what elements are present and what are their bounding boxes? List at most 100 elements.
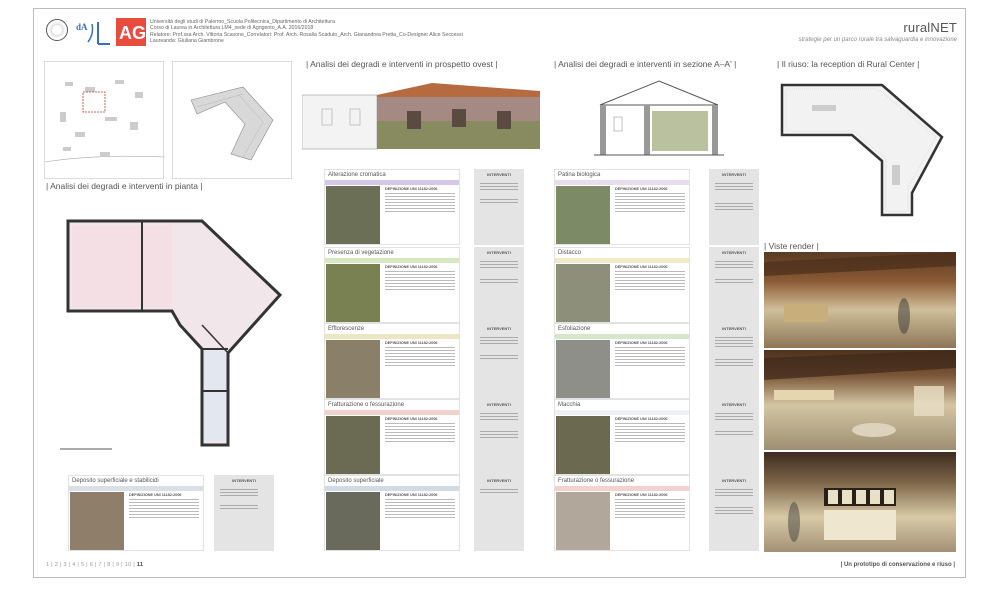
degrado-text-lines <box>615 423 685 444</box>
degrado-color-band <box>555 180 689 185</box>
degrado-photo <box>556 492 610 550</box>
degrado-photo <box>556 264 610 322</box>
degrado-card: Deposito superficiale e stabilicidi DEFI… <box>68 475 204 551</box>
degrado-card: Esfoliazione DEFINIZIONE UNI 11182:2006 <box>554 323 690 399</box>
degrado-definition-head: DEFINIZIONE UNI 11182:2006 <box>385 187 438 191</box>
degrado-color-band <box>325 410 459 415</box>
brand-tagline: strategie per un parco rurale tra salvag… <box>798 37 957 43</box>
degrado-photo <box>70 492 124 550</box>
degrado-card: Deposito superficiale DEFINIZIONE UNI 11… <box>324 475 460 551</box>
degrado-title: Macchia <box>558 402 581 408</box>
degrado-title: Deposito superficiale <box>328 478 384 484</box>
section-title-pianta: | Analisi dei degradi e interventi in pi… <box>46 181 203 191</box>
page-pager: 1 | 2 | 3 | 4 | 5 | 6 | 7 | 8 | 9 | 10 |… <box>46 562 144 568</box>
degrado-color-band <box>325 180 459 185</box>
degrado-card: Efflorescenze DEFINIZIONE UNI 11182:2006 <box>324 323 460 399</box>
render-view <box>764 252 956 348</box>
degrado-card: Fratturazione o fessurazione DEFINIZIONE… <box>324 399 460 475</box>
interventi-title: INTERVENTI <box>487 478 511 483</box>
degrado-title: Fratturazione o fessurazione <box>558 478 635 484</box>
render-view <box>764 350 956 450</box>
page-link[interactable]: 10 <box>125 562 132 568</box>
degrado-photo <box>326 492 380 550</box>
degrado-card: Patina biologica DEFINIZIONE UNI 11182:2… <box>554 169 690 245</box>
interventi-title: INTERVENTI <box>487 402 511 407</box>
page-link[interactable]: 2 <box>55 562 58 568</box>
degrado-photo <box>556 186 610 244</box>
degrado-title: Efflorescenze <box>328 326 365 332</box>
degrado-text-lines <box>615 499 685 520</box>
facade-elevation <box>301 81 542 151</box>
interventi-box: INTERVENTI <box>474 247 524 323</box>
degrado-color-band <box>555 258 689 263</box>
degrado-color-band <box>555 486 689 491</box>
interventi-box: INTERVENTI <box>709 323 759 399</box>
degrado-color-band <box>555 334 689 339</box>
page-link[interactable]: 4 <box>72 562 75 568</box>
degrado-definition-head: DEFINIZIONE UNI 11182:2006 <box>385 417 438 421</box>
degrado-title: Fratturazione o fessurazione <box>328 402 405 408</box>
interventi-title: INTERVENTI <box>487 326 511 331</box>
interventi-title: INTERVENTI <box>722 172 746 177</box>
interventi-box: INTERVENTI <box>214 475 274 551</box>
interventi-title: INTERVENTI <box>722 478 746 483</box>
degrado-text-lines <box>615 193 685 214</box>
degrado-card: Fratturazione o fessurazione DEFINIZIONE… <box>554 475 690 551</box>
interventi-box: INTERVENTI <box>709 247 759 323</box>
interventi-box: INTERVENTI <box>474 475 524 551</box>
degrado-color-band <box>325 486 459 491</box>
degrado-definition-head: DEFINIZIONE UNI 11182:2006 <box>615 417 668 421</box>
page-link[interactable]: 9 <box>116 562 119 568</box>
degrado-definition-head: DEFINIZIONE UNI 11182:2006 <box>615 265 668 269</box>
interventi-box: INTERVENTI <box>709 169 759 245</box>
degrado-title: Deposito superficiale e stabilicidi <box>72 478 159 484</box>
degrado-photo <box>326 186 380 244</box>
section-title-prospetto: | Analisi dei degradi e interventi in pr… <box>306 59 498 69</box>
degrado-card: Alterazione cromatica DEFINIZIONE UNI 11… <box>324 169 460 245</box>
degrado-definition-head: DEFINIZIONE UNI 11182:2006 <box>615 341 668 345</box>
degrado-color-band <box>325 258 459 263</box>
svg-text:AG: AG <box>119 23 146 43</box>
page-link[interactable]: 3 <box>64 562 67 568</box>
section-title-render: | Viste render | <box>764 241 819 251</box>
section-title-riuso: | Il riuso: la reception di Rural Center… <box>777 59 920 69</box>
degrado-color-band <box>325 334 459 339</box>
degrado-card: Presenza di vegetazione DEFINIZIONE UNI … <box>324 247 460 323</box>
interventi-box: INTERVENTI <box>709 475 759 551</box>
degrado-photo <box>326 416 380 474</box>
degrado-photo <box>326 340 380 398</box>
interventi-box: INTERVENTI <box>709 399 759 475</box>
header-line: Laureanda: Giuliana Giambrone <box>150 38 224 45</box>
degrado-definition-head: DEFINIZIONE UNI 11182:2006 <box>615 493 668 497</box>
degrado-text-lines <box>385 499 455 520</box>
page-current: 11 <box>136 562 144 568</box>
university-seal-icon <box>46 19 68 41</box>
degrado-photo <box>556 416 610 474</box>
interventi-title: INTERVENTI <box>722 326 746 331</box>
degrado-definition-head: DEFINIZIONE UNI 11182:2006 <box>385 341 438 345</box>
ag-logo: AG <box>116 18 146 46</box>
degrado-title: Esfoliazione <box>558 326 591 332</box>
interventi-title: INTERVENTI <box>232 478 256 483</box>
degrado-text-lines <box>615 271 685 292</box>
interventi-box: INTERVENTI <box>474 323 524 399</box>
site-map <box>44 61 166 179</box>
degrado-photo <box>326 264 380 322</box>
page-link[interactable]: 7 <box>99 562 102 568</box>
degrado-title: Presenza di vegetazione <box>328 250 394 256</box>
department-logo: dA <box>74 20 112 46</box>
degrado-card: Distacco DEFINIZIONE UNI 11182:2006 <box>554 247 690 323</box>
section-title-sezione: | Analisi dei degradi e interventi in se… <box>554 59 737 69</box>
page-link[interactable]: 6 <box>90 562 93 568</box>
degrado-definition-head: DEFINIZIONE UNI 11182:2006 <box>615 187 668 191</box>
page-link[interactable]: 8 <box>107 562 110 568</box>
svg-text:dA: dA <box>76 22 88 32</box>
degrado-card: Macchia DEFINIZIONE UNI 11182:2006 <box>554 399 690 475</box>
degrado-title: Distacco <box>558 250 582 256</box>
degrado-definition-head: DEFINIZIONE UNI 11182:2006 <box>385 493 438 497</box>
degrado-text-lines <box>385 423 455 444</box>
page-link[interactable]: 5 <box>81 562 84 568</box>
degrado-definition-head: DEFINIZIONE UNI 11182:2006 <box>129 493 182 497</box>
page-link[interactable]: 1 <box>46 562 49 568</box>
roof-plan <box>172 61 292 179</box>
